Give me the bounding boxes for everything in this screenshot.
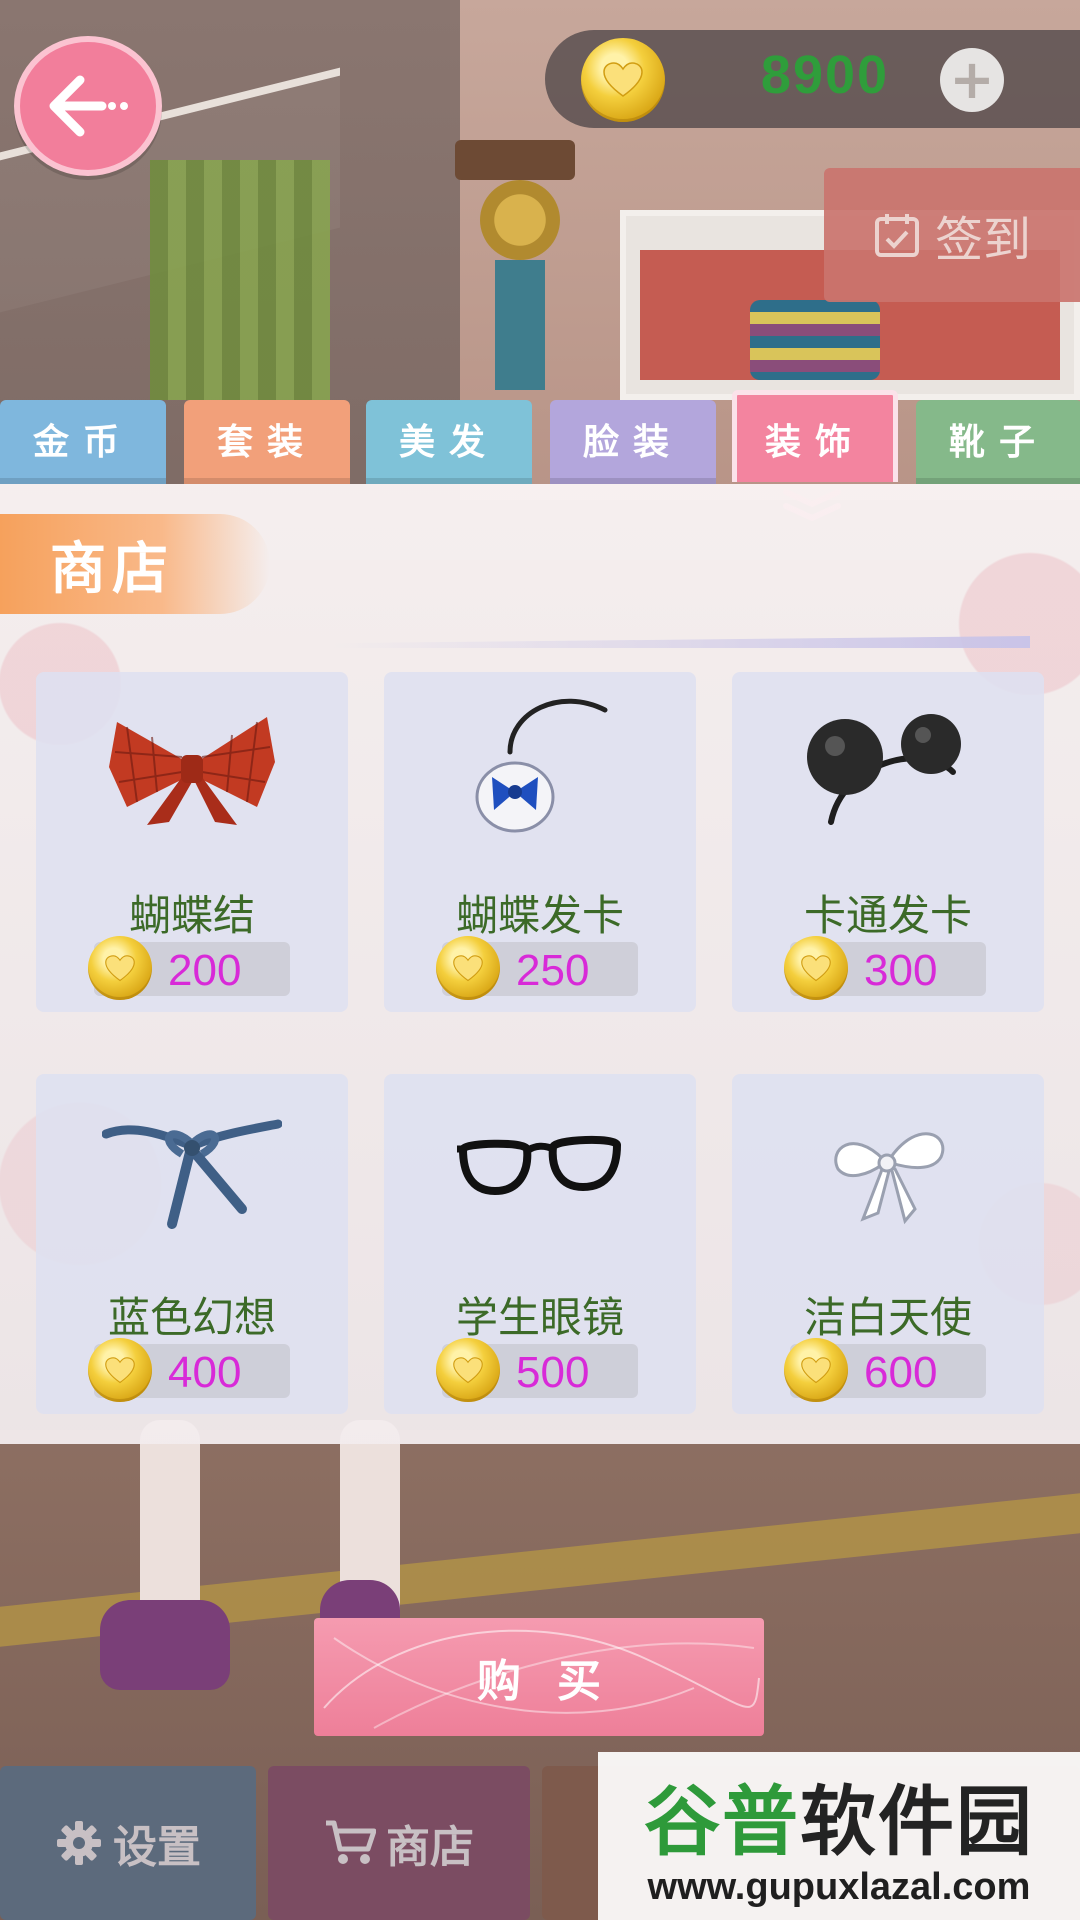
curtain	[150, 160, 330, 400]
item-price: 300	[784, 936, 986, 1000]
shop-item-card[interactable]: 卡通发卡 300	[732, 672, 1044, 1012]
item-price: 400	[88, 1338, 290, 1402]
watermark: 谷普软件园 www.gupuxlazal.com	[598, 1752, 1080, 1920]
item-name: 卡通发卡	[803, 891, 972, 940]
calendar-check-icon	[874, 214, 919, 257]
gear-icon	[57, 1821, 101, 1865]
striped-bag	[750, 300, 880, 380]
blue-ribbon-icon	[36, 1094, 348, 1244]
red-bow-icon	[36, 692, 348, 842]
bow-hairclip-icon	[384, 692, 696, 842]
nav-settings-button[interactable]: 设置	[0, 1766, 256, 1920]
item-price: 250	[436, 936, 638, 1000]
coin-icon	[784, 1338, 848, 1402]
shop-item-card[interactable]: 洁白天使 600	[732, 1074, 1044, 1414]
tab-boots[interactable]: 靴子	[916, 400, 1080, 484]
price-value: 300	[864, 946, 938, 995]
straw-hat	[480, 180, 560, 260]
watermark-brand-part2: 软件园	[800, 1777, 1034, 1866]
item-name: 蝴蝶发卡	[455, 891, 624, 940]
tab-accessories[interactable]: 装饰	[732, 390, 898, 482]
tab-outfits[interactable]: 套装	[184, 400, 350, 484]
price-value: 600	[864, 1348, 938, 1397]
item-name: 学生眼镜	[455, 1293, 624, 1342]
price-value: 500	[516, 1348, 590, 1397]
shop-panel: 商店 蝴蝶结 200 蝴蝶发卡 250 卡通发卡 300 蓝色幻想 400 学生…	[0, 484, 1080, 1444]
tab-coins[interactable]: 金币	[0, 400, 166, 484]
item-name: 蝴蝶结	[128, 891, 255, 940]
tab-hair[interactable]: 美发	[366, 400, 532, 484]
item-price: 200	[88, 936, 290, 1000]
price-value: 200	[168, 946, 242, 995]
coin-balance-bar: 8900 +	[545, 30, 1080, 128]
white-bow-icon	[732, 1094, 1044, 1244]
shop-item-card[interactable]: 蝴蝶发卡 250	[384, 672, 696, 1012]
shop-title: 商店	[50, 537, 174, 602]
shop-item-card[interactable]: 蝴蝶结 200	[36, 672, 348, 1012]
checkin-button[interactable]: 签到	[824, 168, 1080, 302]
watermark-brand-part1: 谷普	[644, 1777, 800, 1866]
watermark-url: www.gupuxlazal.com	[647, 1866, 1031, 1908]
back-button[interactable]	[14, 36, 162, 176]
plus-icon: +	[949, 48, 995, 111]
item-price: 500	[436, 1338, 638, 1402]
coin-icon	[784, 936, 848, 1000]
glasses-icon	[384, 1094, 696, 1244]
watermark-brand: 谷普软件园	[608, 1760, 1070, 1870]
price-value: 250	[516, 946, 590, 995]
title-divider	[330, 636, 1030, 648]
coin-icon	[436, 1338, 500, 1402]
coat-rack	[455, 140, 575, 180]
item-name: 蓝色幻想	[107, 1293, 276, 1342]
back-arrow-icon	[49, 75, 128, 137]
price-value: 400	[168, 1348, 242, 1397]
nav-settings-label: 设置	[113, 1822, 201, 1873]
coin-icon	[88, 936, 152, 1000]
add-coins-button[interactable]: +	[940, 48, 1004, 112]
category-tabs: 金币 套装 美发 脸装 装饰 靴子	[0, 390, 1080, 486]
coin-icon	[88, 1338, 152, 1402]
checkin-label: 签到	[934, 212, 1031, 268]
scarf	[495, 260, 545, 390]
shop-item-card[interactable]: 学生眼镜 500	[384, 1074, 696, 1414]
shop-title-banner: 商店	[0, 514, 270, 614]
mouse-ears-icon	[732, 692, 1044, 842]
coin-icon	[581, 38, 665, 122]
item-price: 600	[784, 1338, 986, 1402]
buy-button[interactable]: 购买	[314, 1618, 764, 1736]
nav-shop-button[interactable]: 商店	[268, 1766, 530, 1920]
buy-label: 购买	[477, 1656, 637, 1707]
coin-balance: 8900	[760, 45, 890, 105]
coin-icon	[436, 936, 500, 1000]
cart-icon	[326, 1820, 376, 1864]
character-left-shoe	[100, 1600, 230, 1690]
tab-face[interactable]: 脸装	[550, 400, 716, 484]
item-name: 洁白天使	[803, 1293, 972, 1342]
shop-item-card[interactable]: 蓝色幻想 400	[36, 1074, 348, 1414]
nav-shop-label: 商店	[386, 1822, 474, 1873]
